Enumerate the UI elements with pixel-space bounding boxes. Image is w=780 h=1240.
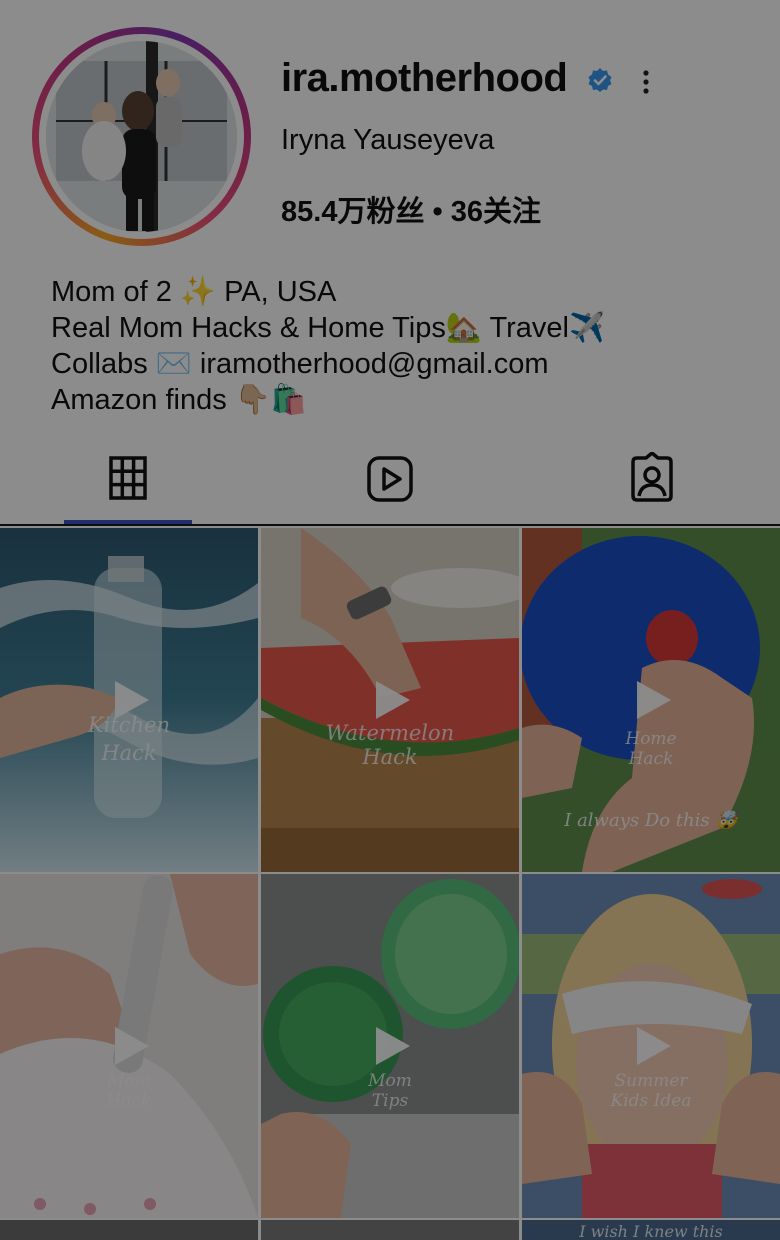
post-tile[interactable]: Summer Kids Idea — [522, 874, 780, 1218]
post-caption: Mom — [368, 1071, 412, 1091]
post-caption: Hack — [106, 1091, 152, 1111]
post-caption: Kitchen — [87, 713, 171, 737]
profile-username: ira.motherhood — [281, 56, 568, 100]
post-caption: Hack — [628, 749, 674, 769]
grid-icon[interactable] — [101, 452, 155, 506]
post-tile[interactable]: Kitchen Hack — [0, 528, 258, 872]
post-thumbnail — [0, 1220, 258, 1240]
post-caption: I wish I knew this — [579, 1222, 723, 1240]
play-icon — [115, 1027, 149, 1065]
profile-bio: Mom of 2 ✨ PA, USA Real Mom Hacks & Home… — [51, 274, 605, 418]
play-icon — [376, 681, 410, 719]
vertical-ellipsis-icon[interactable] — [635, 68, 657, 96]
post-caption: Watermelon — [325, 721, 455, 745]
bio-line: Mom of 2 ✨ PA, USA — [51, 276, 337, 308]
posts-grid: Kitchen Hack Watermelon Hack Home Hack I… — [0, 526, 780, 1240]
bio-line[interactable]: Collabs ✉️ iramotherhood@gmail.com — [51, 346, 605, 382]
post-tile[interactable] — [0, 1220, 258, 1240]
post-caption: Hack — [362, 745, 418, 769]
post-caption: Home — [625, 729, 677, 749]
avatar-photo — [46, 41, 237, 232]
post-tile[interactable]: Mom Hack — [0, 874, 258, 1218]
play-icon — [637, 681, 671, 719]
profile-full-name: Iryna Yauseyeva — [281, 124, 495, 156]
post-caption: I always Do this 🤯 — [564, 810, 738, 831]
post-tile[interactable]: I wish I knew this — [522, 1220, 780, 1240]
bio-line: Real Mom Hacks & Home Tips🏡 Travel✈️ — [51, 312, 606, 344]
bio-line: Amazon finds 👇🏼🛍️ — [51, 384, 307, 416]
post-tile[interactable]: Home Hack I always Do this 🤯 — [522, 528, 780, 872]
post-caption: Tips — [371, 1091, 409, 1111]
profile-avatar[interactable] — [32, 27, 251, 246]
post-caption: Summer — [614, 1071, 688, 1091]
post-tile[interactable] — [261, 1220, 519, 1240]
post-tile[interactable]: Mom Tips — [261, 874, 519, 1218]
post-caption: Mom — [107, 1071, 151, 1091]
post-caption: Hack — [101, 741, 157, 765]
post-tile[interactable]: Watermelon Hack — [261, 528, 519, 872]
tagged-icon[interactable] — [625, 452, 679, 506]
reels-icon[interactable] — [363, 452, 417, 506]
avatar-image — [46, 41, 237, 232]
verified-badge-icon — [588, 68, 612, 92]
profile-stats[interactable]: 85.4万粉丝 • 36关注 — [281, 188, 541, 230]
post-thumbnail — [261, 1220, 519, 1240]
play-icon — [637, 1027, 671, 1065]
post-caption: Kids Idea — [610, 1091, 692, 1111]
avatar-frame — [39, 34, 244, 239]
play-icon — [376, 1027, 410, 1065]
